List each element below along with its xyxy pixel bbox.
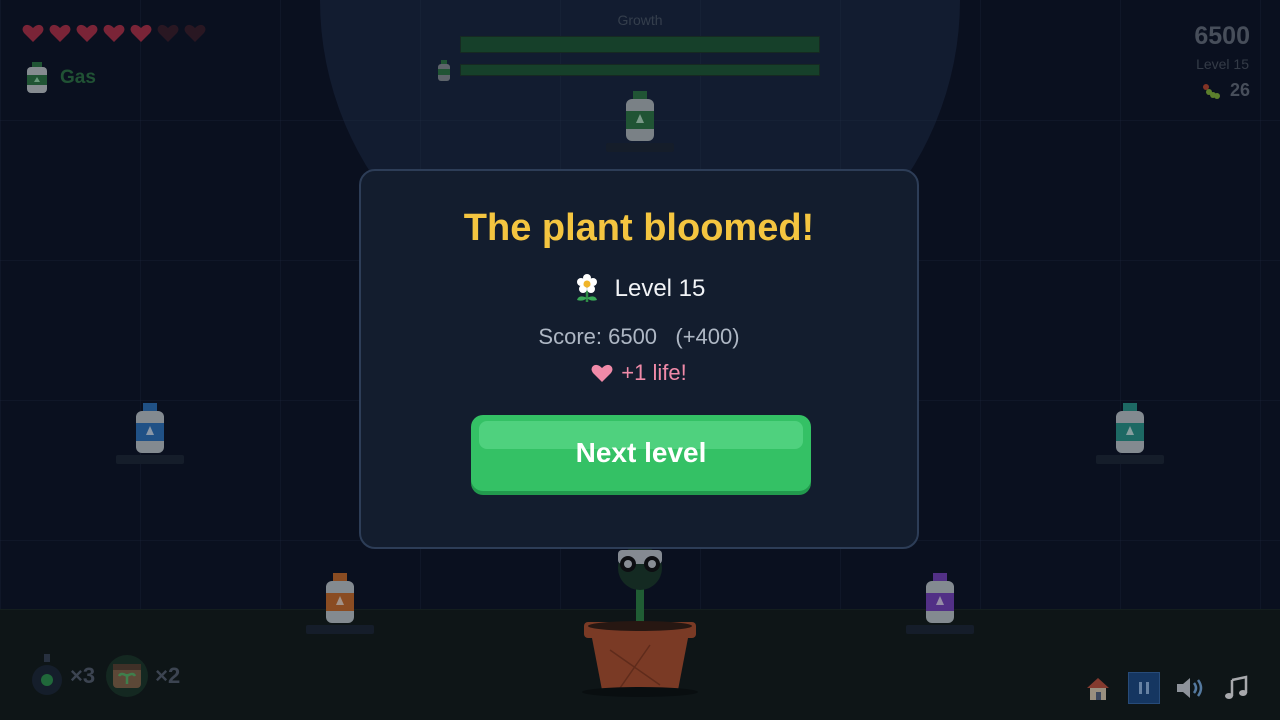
next-level-button[interactable]: Next level: [471, 415, 811, 491]
flower-icon: [576, 274, 597, 302]
dialog-title: The plant bloomed!: [463, 207, 815, 249]
dialog-score: Score: 6500 (+400): [538, 324, 740, 349]
dialog-level: Level 15: [361, 274, 917, 304]
heart-icon: [591, 364, 613, 382]
game-stage: Gas Growth 6500 Level 15 26 ×3 ×2 The pl…: [0, 0, 1280, 720]
next-level-label: Next level: [575, 437, 707, 468]
dialog-level-text: Level 15: [614, 275, 706, 302]
dialog-life-text: +1 life!: [621, 360, 687, 385]
level-complete-dialog: The plant bloomed! Level 15 Score: 6500 …: [359, 169, 919, 549]
dialog-life: +1 life!: [361, 360, 917, 386]
